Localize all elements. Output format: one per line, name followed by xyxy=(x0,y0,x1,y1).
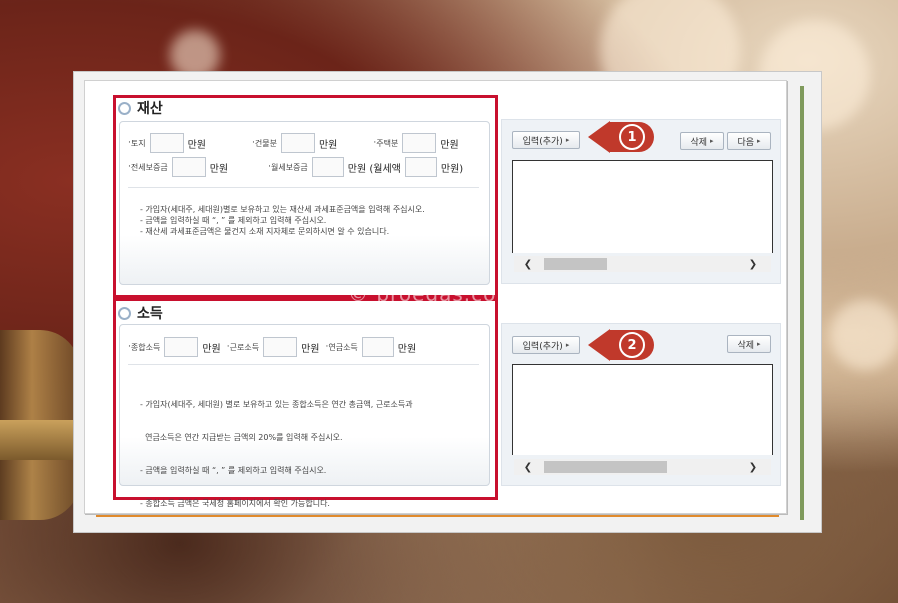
scroll-left-icon[interactable]: ❮ xyxy=(518,259,538,270)
property-add-button[interactable]: 입력(추가) ▸ xyxy=(512,131,580,149)
income-delete-button[interactable]: 삭제 ▸ xyxy=(727,335,771,353)
scroll-right-icon[interactable]: ❯ xyxy=(743,259,763,270)
income-scrollbar[interactable]: ❮ ❯ xyxy=(514,459,771,475)
property-notes: - 가입자(세대주, 세대원)별로 보유하고 있는 재산세 과세표준금액을 입력… xyxy=(140,205,425,236)
triangle-right-icon: ▸ xyxy=(565,136,570,144)
scroll-right-icon[interactable]: ❯ xyxy=(743,462,763,473)
income-row-1: · 종합소득 만원 · 근로소득 만원 · 연금소득 만원 xyxy=(128,337,416,357)
property-row-2: · 전세보증금 만원 · 월세보증금 만원 (월세액 만원) xyxy=(128,157,463,177)
scroll-left-icon[interactable]: ❮ xyxy=(518,462,538,473)
property-divider xyxy=(128,187,479,188)
house-input[interactable] xyxy=(402,133,437,153)
callout-2: 2 xyxy=(588,329,654,361)
income-listbox[interactable] xyxy=(512,364,773,455)
watermark: © proegas.com xyxy=(348,282,517,306)
land-input[interactable] xyxy=(149,133,184,153)
property-delete-button[interactable]: 삭제 ▸ xyxy=(680,132,724,150)
total-income-input[interactable] xyxy=(164,337,199,357)
income-add-button[interactable]: 입력(추가) ▸ xyxy=(512,336,580,354)
background-bokeh xyxy=(830,300,898,370)
triangle-right-icon: ▸ xyxy=(757,340,761,348)
background-key-shaft xyxy=(0,420,80,460)
property-next-button[interactable]: 다음 ▸ xyxy=(727,132,771,150)
property-row-1: · 토지 만원 · 건물분 만원 · 주택분 만원 xyxy=(128,133,459,153)
property-scrollbar[interactable]: ❮ ❯ xyxy=(514,256,771,272)
earned-income-input[interactable] xyxy=(263,337,298,357)
monthly-rent-input[interactable] xyxy=(404,157,437,177)
pension-income-input[interactable] xyxy=(361,337,394,357)
property-scroll-thumb[interactable] xyxy=(544,258,607,270)
income-notes: - 가입자(세대주, 세대원) 별로 보유하고 있는 종합소득은 연간 총금액,… xyxy=(140,400,413,508)
monthly-deposit-input[interactable] xyxy=(311,157,344,177)
jeonse-deposit-input[interactable] xyxy=(171,157,206,177)
building-input[interactable] xyxy=(280,133,315,153)
property-listbox[interactable] xyxy=(512,160,773,253)
income-divider xyxy=(128,364,479,365)
callout-1: 1 xyxy=(588,121,654,153)
triangle-right-icon: ▸ xyxy=(757,137,761,145)
triangle-right-icon: ▸ xyxy=(710,137,714,145)
triangle-right-icon: ▸ xyxy=(565,341,570,349)
income-scroll-thumb[interactable] xyxy=(544,461,667,473)
